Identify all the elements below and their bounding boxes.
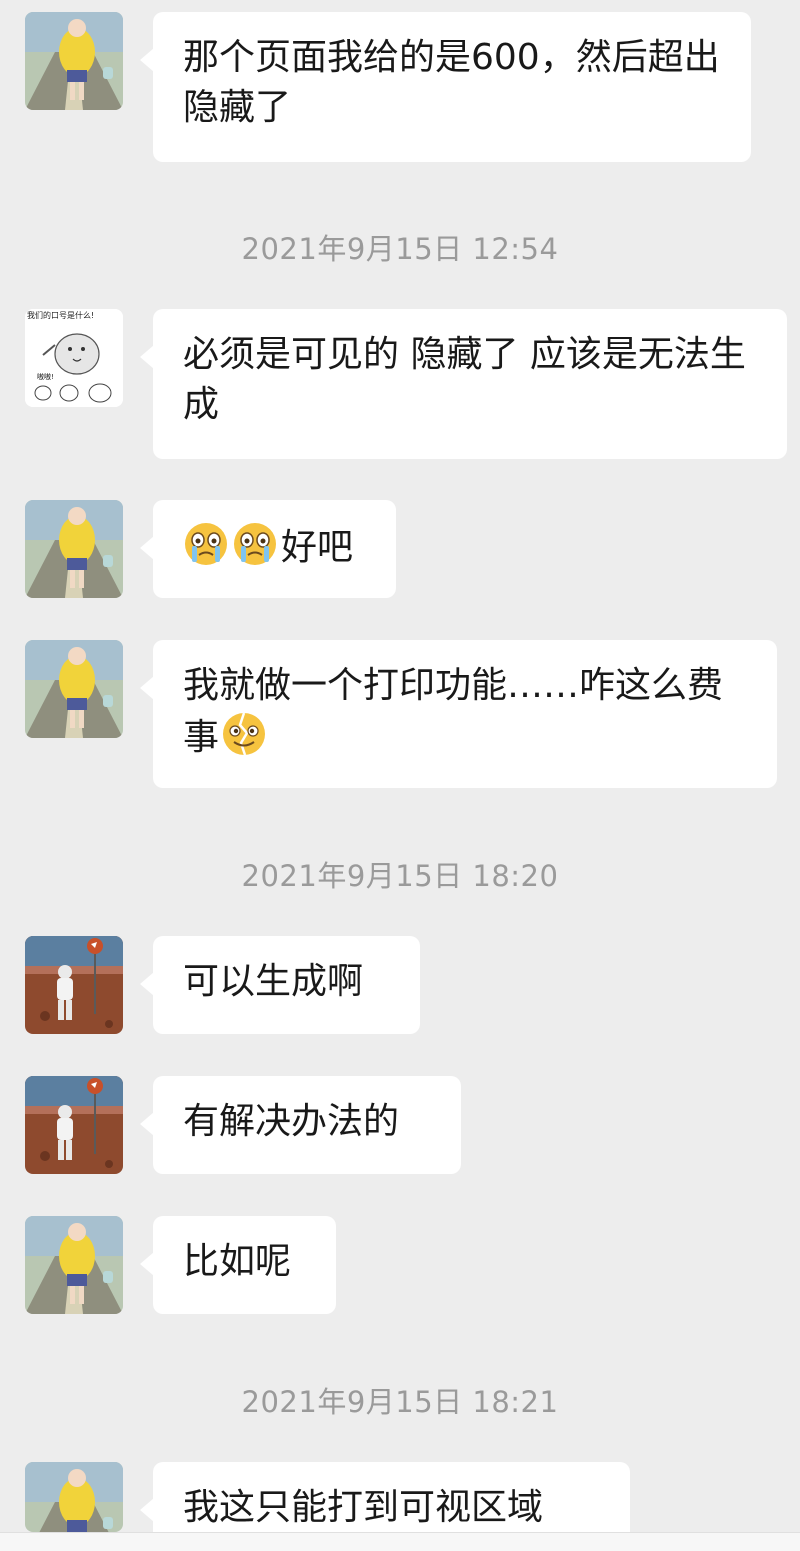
- message-bubble[interactable]: 好吧: [140, 500, 396, 598]
- message-text: 必须是可见的 隐藏了 应该是无法生成: [183, 334, 746, 425]
- message-text: 有解决办法的: [183, 1101, 400, 1142]
- cry-emoji-icon: [183, 521, 229, 567]
- avatar-yellow-coat[interactable]: [25, 1216, 123, 1314]
- message-text: 可以生成啊: [183, 961, 364, 1002]
- message-bubble[interactable]: 比如呢: [140, 1216, 336, 1314]
- message-bubble[interactable]: 必须是可见的 隐藏了 应该是无法生成: [140, 309, 787, 459]
- message-bubble[interactable]: 有解决办法的: [140, 1076, 461, 1174]
- avatar-sticker-cat[interactable]: 我们的口号是什么! 嗷嗷!: [25, 309, 123, 407]
- broken-face-emoji-icon: [221, 711, 267, 757]
- timestamp: 2021年9月15日 18:21: [241, 1385, 559, 1419]
- message-text: 比如呢: [183, 1241, 292, 1282]
- avatar-yellow-coat[interactable]: [25, 1462, 123, 1532]
- avatar-astronaut[interactable]: [25, 1076, 123, 1174]
- timestamp: 2021年9月15日 18:20: [241, 859, 559, 893]
- message-text: 我这只能打到可视区域: [183, 1487, 544, 1528]
- avatar-yellow-coat[interactable]: [25, 500, 123, 598]
- timestamp: 2021年9月15日 12:54: [241, 232, 559, 266]
- message-bubble[interactable]: 那个页面我给的是600，然后超出隐藏了: [140, 12, 751, 162]
- cry-emoji-icon: [232, 521, 278, 567]
- avatar-astronaut[interactable]: [25, 936, 123, 1034]
- sticker-caption: 我们的口号是什么!: [27, 311, 95, 320]
- input-bar-edge: [0, 1532, 800, 1551]
- message-bubble[interactable]: 我就做一个打印功能……咋这么费事: [140, 640, 777, 788]
- message-text: 那个页面我给的是600，然后超出隐藏了: [183, 37, 720, 128]
- avatar-yellow-coat[interactable]: [25, 12, 123, 110]
- avatar-yellow-coat[interactable]: [25, 640, 123, 738]
- message-text: 好吧: [281, 527, 354, 568]
- message-bubble[interactable]: 我这只能打到可视区域: [140, 1462, 630, 1532]
- chat-conversation[interactable]: 那个页面我给的是600，然后超出隐藏了 2021年9月15日 12:54 我们的…: [0, 0, 800, 1551]
- message-bubble[interactable]: 可以生成啊: [140, 936, 420, 1034]
- sticker-reply: 嗷嗷!: [37, 373, 54, 381]
